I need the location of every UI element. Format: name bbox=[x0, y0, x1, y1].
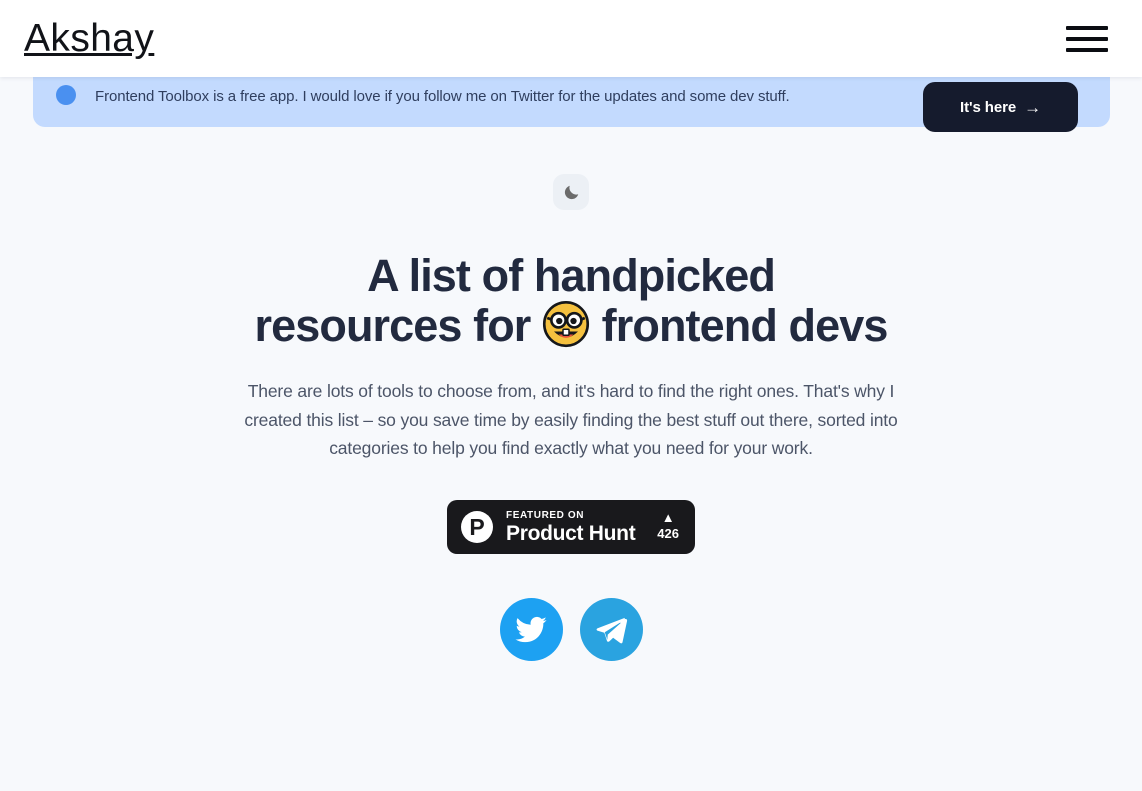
banner-cta-label: It's here bbox=[960, 98, 1017, 116]
page-title-line-2-before: resources for bbox=[254, 300, 532, 352]
hero-section: A list of handpicked resources for front… bbox=[0, 140, 1142, 662]
telegram-link[interactable] bbox=[579, 598, 643, 662]
telegram-icon bbox=[594, 613, 628, 647]
product-hunt-logo-icon: P bbox=[461, 511, 493, 544]
product-hunt-text: FEATURED ON Product Hunt bbox=[506, 510, 649, 546]
page-subtitle: There are lots of tools to choose from, … bbox=[244, 381, 898, 458]
banner-cta-button[interactable]: It's here → bbox=[923, 82, 1078, 132]
theme-toggle-button[interactable] bbox=[553, 174, 589, 210]
brand-logo[interactable]: Akshay bbox=[24, 19, 154, 58]
page-title: A list of handpicked resources for front… bbox=[0, 250, 1142, 352]
banner-dot-icon bbox=[56, 85, 76, 105]
page-title-line-2-after: frontend devs bbox=[601, 300, 889, 352]
menu-bar-2 bbox=[1066, 36, 1108, 41]
menu-bar-1 bbox=[1066, 25, 1108, 30]
product-hunt-badge[interactable]: P FEATURED ON Product Hunt ▲ 426 bbox=[447, 500, 695, 555]
product-hunt-name: Product Hunt bbox=[506, 521, 636, 545]
social-links bbox=[0, 598, 1142, 662]
twitter-icon bbox=[514, 613, 548, 647]
product-hunt-votes: ▲ 426 bbox=[657, 511, 679, 543]
arrow-right-icon: → bbox=[1024, 97, 1041, 117]
twitter-link[interactable] bbox=[499, 598, 563, 662]
caret-up-icon: ▲ bbox=[661, 510, 675, 526]
site-header: Akshay bbox=[0, 0, 1142, 77]
banner-message: Frontend Toolbox is a free app. I would … bbox=[95, 88, 790, 105]
product-hunt-vote-count: 426 bbox=[657, 526, 679, 542]
page-title-line-1: A list of handpicked bbox=[367, 250, 776, 301]
moon-icon bbox=[562, 183, 581, 202]
menu-bar-3 bbox=[1066, 47, 1108, 52]
nerd-face-emoji bbox=[542, 300, 590, 348]
product-hunt-featured-label: FEATURED ON bbox=[506, 509, 585, 521]
hamburger-menu-icon[interactable] bbox=[1066, 24, 1110, 54]
